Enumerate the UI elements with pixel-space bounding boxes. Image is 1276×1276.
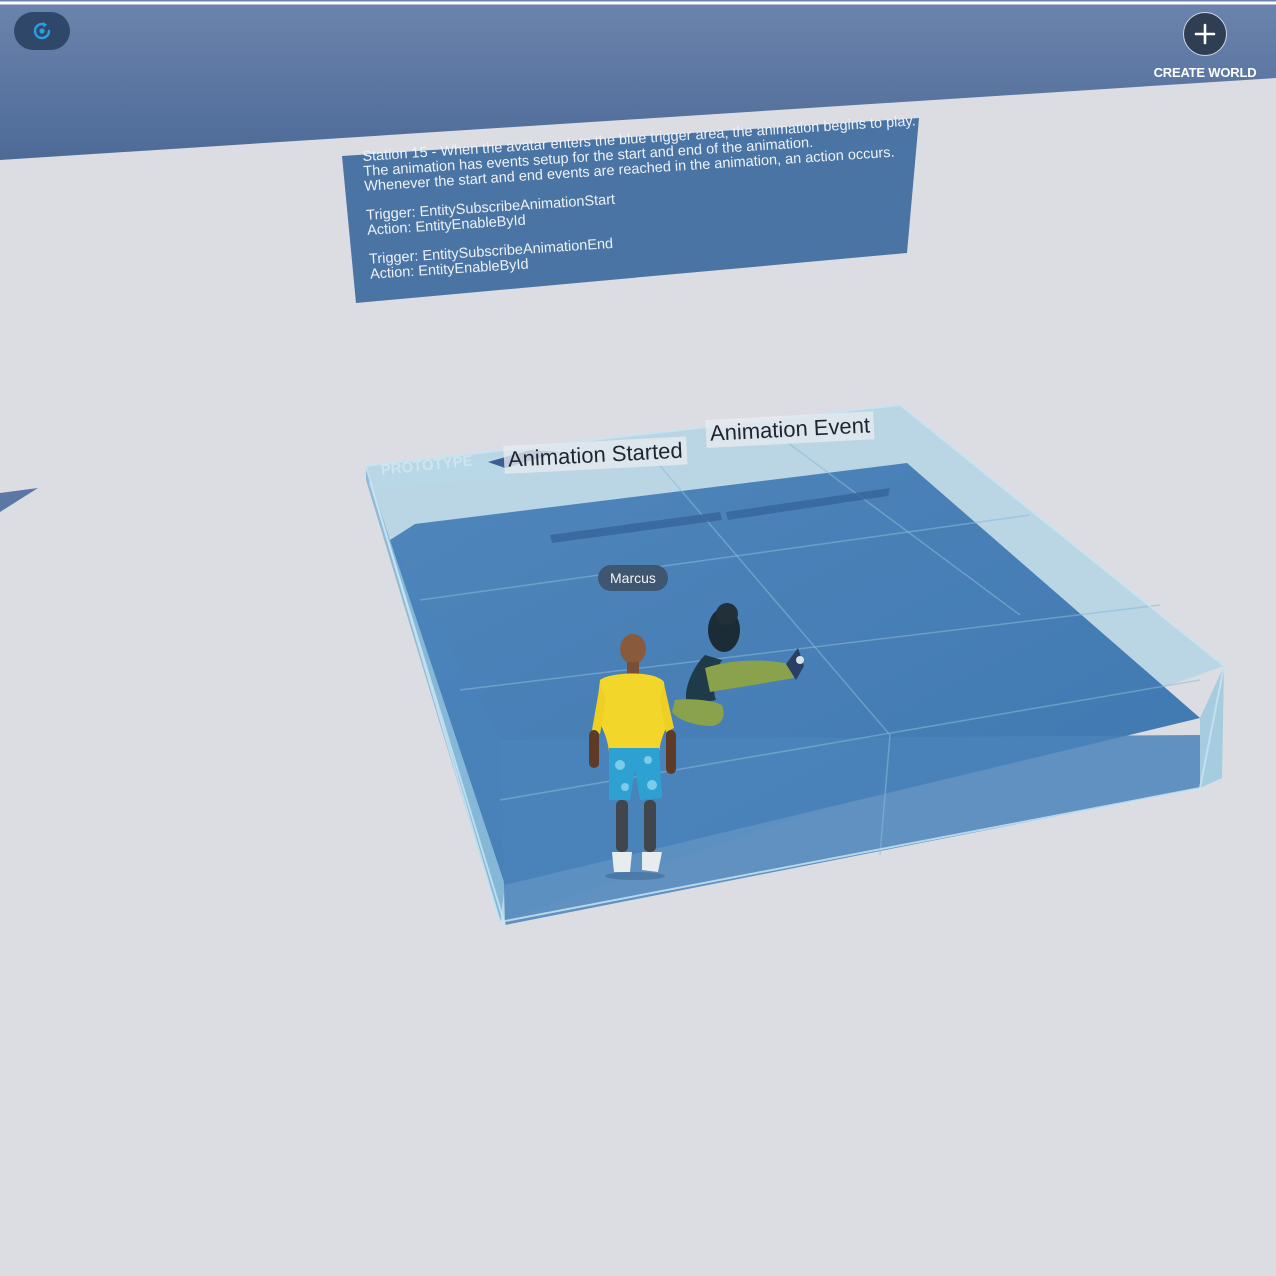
game-viewport[interactable]: Station 15 - When the avatar enters the …: [0, 0, 1276, 1276]
create-world-label: CREATE WORLD: [1153, 65, 1257, 80]
menu-button[interactable]: [14, 12, 70, 50]
plus-icon[interactable]: [1183, 12, 1227, 56]
refresh-spark-icon: [33, 22, 51, 40]
avatar-nameplate: Marcus: [598, 565, 668, 591]
create-world-button[interactable]: CREATE WORLD: [1146, 12, 1264, 80]
